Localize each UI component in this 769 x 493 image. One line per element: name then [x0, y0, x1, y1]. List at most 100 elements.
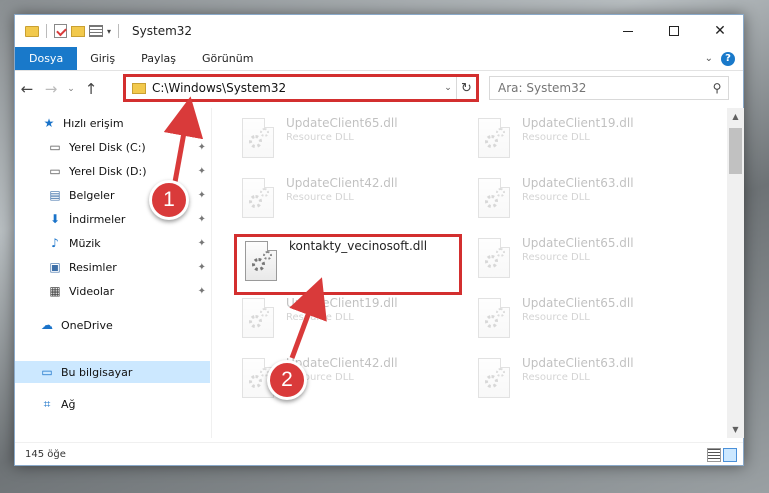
- tab-home[interactable]: Giriş: [77, 47, 128, 70]
- large-icons-view-icon[interactable]: [723, 448, 737, 462]
- ribbon-right-controls: ⌄ ?: [705, 47, 743, 70]
- sidebar-item-label: Bu bilgisayar: [61, 365, 133, 379]
- expand-ribbon-icon[interactable]: ⌄: [705, 53, 713, 64]
- sidebar-item-pictures[interactable]: ▣ Resimler ✦: [15, 256, 210, 278]
- refresh-button[interactable]: ↻: [456, 77, 476, 99]
- scroll-up-icon[interactable]: ▲: [727, 108, 744, 125]
- file-item-selected[interactable]: kontakty_vecinosoft.dll: [237, 235, 467, 291]
- dll-file-icon: [478, 298, 510, 338]
- drive-icon: ▭: [49, 140, 61, 154]
- minimize-icon: [623, 30, 633, 32]
- status-bar: 145 öğe: [15, 442, 743, 466]
- pin-icon[interactable]: ✦: [198, 214, 206, 225]
- sidebar-item-local-disk-d[interactable]: ▭ Yerel Disk (D:) ✦: [15, 160, 210, 182]
- sidebar-item-music[interactable]: ♪ Müzik ✦: [15, 232, 210, 254]
- file-name: UpdateClient63.dll: [522, 356, 634, 370]
- toolbar-separator: [118, 24, 120, 38]
- properties-icon[interactable]: [54, 24, 67, 38]
- search-input[interactable]: [498, 81, 706, 95]
- file-type: Resource DLL: [522, 252, 590, 263]
- quick-access-toolbar: ▾: [15, 15, 122, 47]
- chevron-down-icon[interactable]: ⌄: [440, 83, 456, 93]
- up-button[interactable]: ↑: [79, 80, 103, 98]
- item-count: 145 öğe: [25, 449, 66, 460]
- video-icon: ▦: [49, 284, 61, 298]
- pictures-icon: ▣: [49, 260, 61, 274]
- title-bar: ▾ System32 ✕: [15, 15, 743, 47]
- cloud-icon: ☁: [41, 318, 53, 332]
- sidebar-item-local-disk-c[interactable]: ▭ Yerel Disk (C:) ✦: [15, 136, 210, 158]
- documents-icon: ▤: [49, 188, 61, 202]
- network-icon: ⌗: [43, 396, 51, 411]
- pin-icon[interactable]: ✦: [198, 190, 206, 201]
- scroll-down-icon[interactable]: ▼: [727, 421, 744, 438]
- dll-file-icon: [478, 178, 510, 218]
- file-name: UpdateClient65.dll: [522, 296, 634, 310]
- sidebar-item-label: İndirmeler: [69, 212, 126, 226]
- address-path[interactable]: C:\Windows\System32: [152, 81, 440, 95]
- file-name: UpdateClient65.dll: [522, 236, 634, 250]
- tab-file[interactable]: Dosya: [15, 47, 78, 70]
- recent-locations-button[interactable]: ⌄: [63, 84, 79, 94]
- sidebar-item-label: Hızlı erişim: [63, 116, 124, 130]
- back-button[interactable]: ←: [15, 80, 39, 98]
- dll-file-icon: [242, 178, 274, 218]
- file-type: Resource DLL: [522, 192, 590, 203]
- file-name: UpdateClient63.dll: [522, 176, 634, 190]
- pin-icon[interactable]: ✦: [198, 142, 206, 153]
- vertical-scrollbar[interactable]: ▲ ▼: [727, 108, 744, 438]
- address-bar[interactable]: C:\Windows\System32 ⌄ ↻: [125, 76, 477, 100]
- file-item[interactable]: UpdateClient19.dll Resource DLL: [234, 292, 464, 348]
- tab-share[interactable]: Paylaş: [128, 47, 189, 70]
- file-item[interactable]: UpdateClient63.dll Resource DLL: [470, 352, 700, 408]
- new-folder-icon[interactable]: [71, 25, 85, 37]
- pin-icon[interactable]: ✦: [198, 286, 206, 297]
- sidebar-item-quick-access[interactable]: ★ Hızlı erişim: [15, 112, 210, 134]
- pin-icon[interactable]: ✦: [198, 238, 206, 249]
- pin-icon[interactable]: ✦: [198, 166, 206, 177]
- navigation-pane: ★ Hızlı erişim ▭ Yerel Disk (C:) ✦ ▭ Yer…: [15, 108, 210, 438]
- dll-file-icon: [245, 241, 277, 281]
- minimize-button[interactable]: [605, 15, 651, 47]
- sidebar-item-label: Videolar: [69, 284, 115, 298]
- sidebar-item-onedrive[interactable]: ☁ OneDrive: [15, 314, 210, 336]
- file-type: Resource DLL: [286, 312, 354, 323]
- maximize-icon: [669, 26, 679, 36]
- scrollbar-thumb[interactable]: [729, 128, 742, 174]
- file-name: kontakty_vecinosoft.dll: [289, 239, 428, 253]
- step-2-badge: 2: [267, 360, 307, 400]
- help-icon[interactable]: ?: [721, 51, 735, 66]
- file-item[interactable]: UpdateClient19.dll Resource DLL: [470, 112, 700, 168]
- tab-view[interactable]: Görünüm: [189, 47, 266, 70]
- details-view-icon[interactable]: [707, 448, 721, 462]
- step-1-badge: 1: [149, 180, 189, 220]
- download-icon: ⬇: [49, 212, 61, 226]
- customize-toolbar-icon[interactable]: [89, 25, 103, 37]
- sidebar-item-videos[interactable]: ▦ Videolar ✦: [15, 280, 210, 302]
- file-explorer-window: ▾ System32 ✕ Dosya Giriş Paylaş Görünüm …: [14, 14, 744, 466]
- forward-button[interactable]: →: [39, 80, 63, 98]
- dll-file-icon: [242, 298, 274, 338]
- search-box[interactable]: ⚲: [489, 76, 729, 100]
- file-item[interactable]: UpdateClient65.dll Resource DLL: [234, 112, 464, 168]
- close-button[interactable]: ✕: [697, 15, 743, 47]
- maximize-button[interactable]: [651, 15, 697, 47]
- file-item[interactable]: UpdateClient42.dll Resource DLL: [234, 172, 464, 228]
- file-name: UpdateClient65.dll: [286, 116, 398, 130]
- sidebar-item-label: Yerel Disk (C:): [69, 140, 146, 154]
- music-icon: ♪: [51, 236, 59, 250]
- file-item[interactable]: UpdateClient65.dll Resource DLL: [470, 232, 700, 288]
- sidebar-item-network[interactable]: ⌗ Ağ: [15, 393, 210, 415]
- file-type: Resource DLL: [522, 372, 590, 383]
- file-item[interactable]: UpdateClient65.dll Resource DLL: [470, 292, 700, 348]
- window-controls: ✕: [605, 15, 743, 47]
- pin-icon[interactable]: ✦: [198, 262, 206, 273]
- computer-icon: ▭: [41, 365, 53, 379]
- search-icon[interactable]: ⚲: [706, 81, 728, 95]
- file-type: Resource DLL: [522, 312, 590, 323]
- sidebar-item-this-pc[interactable]: ▭ Bu bilgisayar: [15, 361, 210, 383]
- file-type: Resource DLL: [522, 132, 590, 143]
- chevron-down-icon[interactable]: ▾: [107, 27, 111, 36]
- ribbon-tabs: Dosya Giriş Paylaş Görünüm ⌄ ?: [15, 47, 743, 71]
- file-item[interactable]: UpdateClient63.dll Resource DLL: [470, 172, 700, 228]
